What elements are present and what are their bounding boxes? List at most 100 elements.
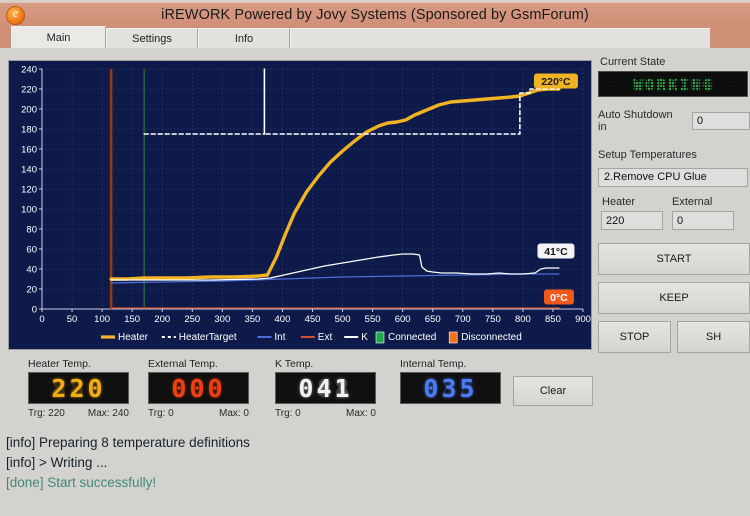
gauge-heater-temp: Heater Temp. 888 220 Trg: 220 Max: 240 (28, 358, 129, 419)
gauge-meta: Trg: 0 Max: 0 (148, 408, 249, 419)
tab-panel-main: 0 20 40 60 80 100 120 140 160 180 200 220 240 0 50 100 1… (0, 48, 750, 516)
log-line: [info] Preparing 8 temperature definitio… (6, 435, 250, 450)
gauge-trg: Trg: 220 (28, 408, 65, 419)
svg-text:Disconnected: Disconnected (461, 332, 522, 343)
title-bar: iREWORK Powered by Jovy Systems (Sponsor… (0, 2, 750, 27)
gauge-max: Max: 0 (218, 408, 249, 419)
current-state-display: WORKING (598, 71, 748, 97)
svg-text:900: 900 (575, 314, 591, 325)
current-state-value: WORKING (633, 76, 715, 94)
svg-text:650: 650 (425, 314, 441, 325)
gauge-external-temp: External Temp. 888 000 Trg: 0 Max: 0 (148, 358, 249, 419)
shutdown-button[interactable]: SH (677, 321, 750, 353)
log-line: [info] > Writing ... (6, 455, 108, 470)
svg-text:550: 550 (365, 314, 381, 325)
log-line: [done] Start successfully! (6, 475, 157, 490)
svg-text:700: 700 (455, 314, 471, 325)
gauge-caption: Internal Temp. (400, 358, 467, 370)
svg-text:200: 200 (21, 105, 37, 116)
svg-text:300: 300 (214, 314, 230, 325)
svg-text:160: 160 (21, 145, 37, 156)
svg-text:0°C: 0°C (550, 292, 568, 304)
svg-text:100: 100 (21, 205, 37, 216)
svg-text:100: 100 (94, 314, 110, 325)
svg-text:20: 20 (26, 285, 37, 296)
heater-field-label: Heater (602, 196, 636, 208)
gauge-caption: Heater Temp. (28, 358, 91, 370)
svg-text:80: 80 (26, 225, 37, 236)
gauge-caption: External Temp. (148, 358, 218, 370)
start-button[interactable]: START (598, 243, 750, 275)
svg-text:41°C: 41°C (544, 246, 568, 258)
heater-external-labels: Heater External (598, 196, 750, 208)
svg-text:60: 60 (26, 245, 37, 256)
log-output: [info] Preparing 8 temperature definitio… (6, 433, 746, 511)
tab-strip-filler (290, 28, 710, 48)
gauge-internal-temp: Internal Temp. 888 035 (400, 358, 501, 404)
heater-input[interactable] (601, 211, 663, 230)
gauge-value: 000 (171, 373, 226, 403)
gauge-max: Max: 0 (345, 408, 376, 419)
auto-shutdown-label: Auto Shutdown in (598, 109, 673, 133)
tab-main[interactable]: Main (11, 26, 106, 48)
auto-shutdown-input[interactable] (692, 112, 750, 130)
svg-text:200: 200 (154, 314, 170, 325)
svg-text:140: 140 (21, 165, 37, 176)
gauge-seg-display: 888 000 (148, 372, 249, 404)
svg-text:220: 220 (21, 85, 37, 96)
svg-text:50: 50 (67, 314, 78, 325)
gauge-seg-display: 888 035 (400, 372, 501, 404)
gauge-max: Max: 240 (87, 408, 129, 419)
setup-temperatures-label: Setup Temperatures (598, 149, 697, 161)
gauge-meta: Trg: 220 Max: 240 (28, 408, 129, 419)
svg-text:0: 0 (32, 305, 37, 316)
control-panel: Current State WORKING Auto Shutdown in S… (598, 56, 750, 366)
svg-text:180: 180 (21, 125, 37, 136)
current-state-value-wrap: WORKING (599, 72, 747, 96)
svg-text:400: 400 (275, 314, 291, 325)
stop-shutdown-row: STOP SH (598, 321, 750, 353)
tab-info[interactable]: Info (198, 28, 290, 48)
temperature-gauges: Heater Temp. 888 220 Trg: 220 Max: 240 E… (8, 358, 748, 420)
svg-text:40: 40 (26, 265, 37, 276)
gauge-seg-display: 888 041 (275, 372, 376, 404)
svg-text:850: 850 (545, 314, 561, 325)
svg-text:Heater: Heater (118, 332, 149, 343)
svg-text:150: 150 (124, 314, 140, 325)
svg-text:750: 750 (485, 314, 501, 325)
auto-shutdown-row: Auto Shutdown in (598, 109, 750, 133)
gauge-k-temp: K Temp. 888 041 Trg: 0 Max: 0 (275, 358, 376, 419)
temperature-chart-canvas: 0 20 40 60 80 100 120 140 160 180 200 220 240 0 50 100 1… (9, 61, 591, 349)
profile-select[interactable]: 2.Remove CPU Glue (598, 168, 748, 187)
temperature-chart: 0 20 40 60 80 100 120 140 160 180 200 220 240 0 50 100 1… (8, 60, 592, 350)
profile-select-value: 2.Remove CPU Glue (604, 171, 707, 183)
heater-external-fields (598, 211, 750, 230)
tab-settings[interactable]: Settings (106, 28, 198, 48)
gauge-meta: Trg: 0 Max: 0 (275, 408, 376, 419)
svg-text:240: 240 (21, 65, 37, 76)
svg-text:HeaterTarget: HeaterTarget (179, 332, 237, 343)
svg-text:K: K (361, 332, 368, 343)
gauge-value: 035 (423, 373, 478, 403)
current-state-label: Current State (600, 56, 666, 68)
svg-text:220°C: 220°C (541, 76, 571, 88)
svg-text:Ext: Ext (318, 332, 333, 343)
clear-button[interactable]: Clear (513, 376, 593, 406)
svg-text:450: 450 (305, 314, 321, 325)
stop-button[interactable]: STOP (598, 321, 671, 353)
svg-text:0: 0 (39, 314, 44, 325)
svg-text:Connected: Connected (388, 332, 436, 343)
svg-text:500: 500 (335, 314, 351, 325)
keep-button[interactable]: KEEP (598, 282, 750, 314)
window-title: iREWORK Powered by Jovy Systems (Sponsor… (161, 7, 589, 23)
gauge-value: 041 (298, 373, 353, 403)
tab-strip: Main Settings Info (0, 26, 750, 48)
application-window: iREWORK Powered by Jovy Systems (Sponsor… (0, 0, 750, 516)
svg-text:600: 600 (395, 314, 411, 325)
gauge-value: 220 (51, 373, 106, 403)
gauge-trg: Trg: 0 (275, 408, 301, 419)
svg-text:120: 120 (21, 185, 37, 196)
external-input[interactable] (672, 211, 734, 230)
gauge-caption: K Temp. (275, 358, 314, 370)
external-field-label: External (672, 196, 713, 208)
